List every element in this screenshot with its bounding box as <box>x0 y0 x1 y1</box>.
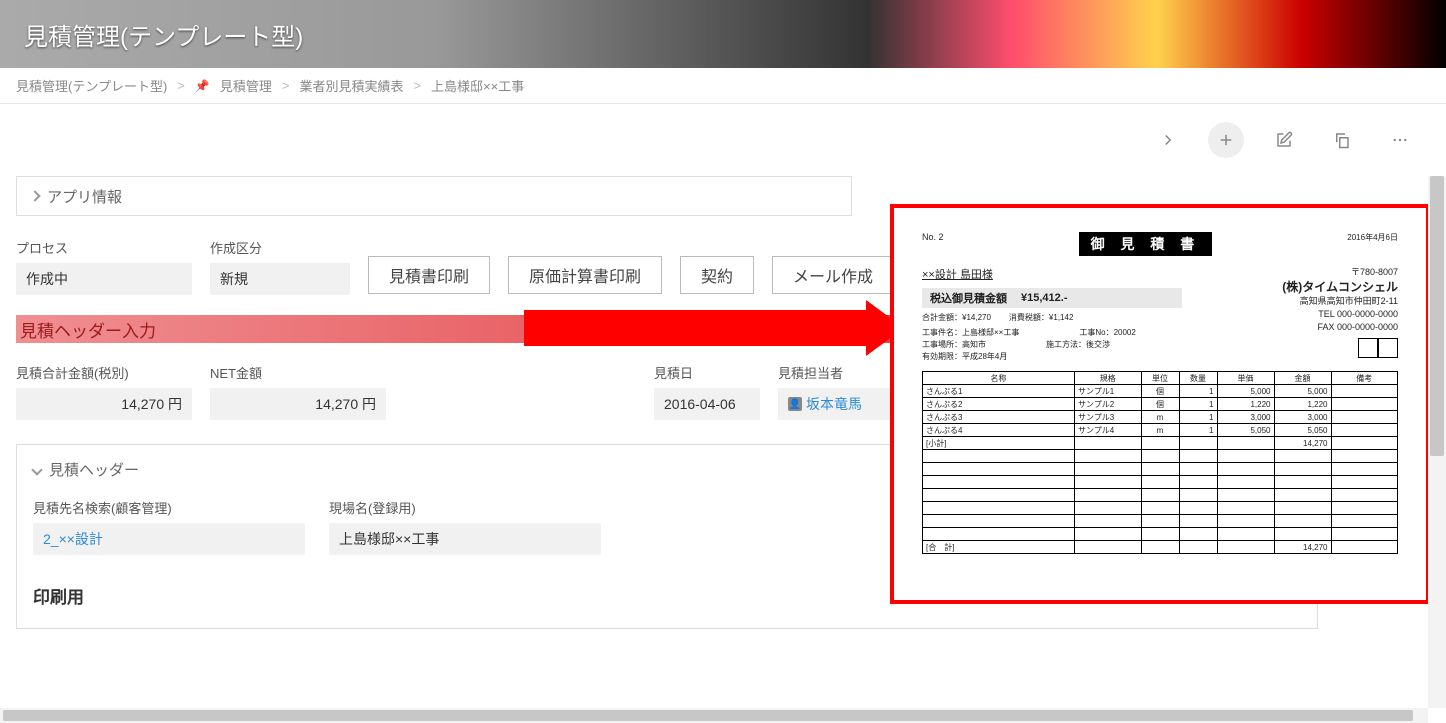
date-value: 2016-04-06 <box>654 388 760 420</box>
vertical-scrollbar[interactable] <box>1428 176 1446 708</box>
copy-button[interactable] <box>1324 122 1360 158</box>
breadcrumb-root[interactable]: 見積管理(テンプレート型) <box>16 76 167 95</box>
table-row: さんぷる1サンプル1個15,0005,000 <box>923 385 1398 398</box>
mail-button[interactable]: メール作成 <box>772 256 894 294</box>
quote-tax: 消費税額：¥1,142 <box>1009 312 1073 323</box>
quote-koji-basho: 工事場所：高知市 <box>922 339 986 351</box>
quote-koji-name: 工事件名：上島様邸××工事 <box>922 327 1019 339</box>
banner: 見積管理(テンプレート型) <box>0 0 1446 68</box>
th-price: 単価 <box>1217 372 1274 385</box>
breadcrumb-record[interactable]: 上島様邸××工事 <box>431 76 524 95</box>
table-row <box>923 515 1398 528</box>
quote-addr: 高知県高知市仲田町2-11 <box>1282 295 1398 308</box>
quote-preview: No. 2 御 見 積 書 2016年4月6日 ××設計 島田様 税込御見積金額… <box>890 204 1430 604</box>
quote-no: No. 2 <box>922 232 944 242</box>
person-value[interactable]: 👤 坂本竜馬 <box>778 388 890 420</box>
quote-company: (株)タイムコンシェル <box>1282 279 1398 296</box>
sum-value: 14,270 円 <box>16 388 192 420</box>
quote-postal: 〒780-8007 <box>1282 266 1398 279</box>
kubun-value: 新規 <box>210 263 350 295</box>
quote-client: ××設計 島田様 <box>922 266 1182 282</box>
table-row: さんぷる3サンプル3m13,0003,000 <box>923 411 1398 424</box>
chevron-right-icon <box>29 190 40 201</box>
table-row <box>923 489 1398 502</box>
th-spec: 規格 <box>1075 372 1142 385</box>
th-qty: 数量 <box>1179 372 1217 385</box>
section-header-input-label: 見積ヘッダー入力 <box>20 317 156 342</box>
net-value: 14,270 円 <box>210 388 386 420</box>
th-unit: 単位 <box>1141 372 1179 385</box>
page-title: 見積管理(テンプレート型) <box>24 17 303 52</box>
toolbar <box>0 104 1446 176</box>
horizontal-scrollbar[interactable] <box>0 708 1428 723</box>
quote-exec: 施工方法：後交渉 <box>1046 339 1110 351</box>
chevron-right-icon: > <box>413 78 421 93</box>
add-button[interactable] <box>1208 122 1244 158</box>
scroll-thumb[interactable] <box>1430 176 1444 456</box>
quote-table: 名称 規格 単位 数量 単価 金額 備考 さんぷる1サンプル1個15,0005,… <box>922 371 1398 554</box>
stamp-boxes <box>1358 338 1398 358</box>
quote-header-title: 見積ヘッダー <box>49 459 139 480</box>
app-info-toggle[interactable]: アプリ情報 <box>16 176 852 216</box>
quote-validity: 有効期限：平成28年4月 <box>922 351 1182 363</box>
quote-koji-no: 工事No：20002 <box>1079 327 1135 339</box>
search-value[interactable]: 2_××設計 <box>33 523 305 555</box>
breadcrumb: 見積管理(テンプレート型) > 📌 見積管理 > 業者別見積実績表 > 上島様邸… <box>0 68 1446 104</box>
breadcrumb-report[interactable]: 業者別見積実績表 <box>299 76 403 95</box>
th-name: 名称 <box>923 372 1075 385</box>
table-total-row: [合 計]14,270 <box>923 541 1398 554</box>
edit-button[interactable] <box>1266 122 1302 158</box>
search-label: 見積先名検索(顧客管理) <box>33 498 305 517</box>
kubun-label: 作成区分 <box>210 238 350 257</box>
sum-label: 見積合計金額(税別) <box>16 363 192 382</box>
breadcrumb-group[interactable]: 見積管理 <box>220 76 272 95</box>
process-label: プロセス <box>16 238 192 257</box>
quote-date: 2016年4月6日 <box>1347 232 1398 243</box>
pin-icon[interactable]: 📌 <box>195 79 210 93</box>
th-note: 備考 <box>1331 372 1398 385</box>
chevron-down-icon <box>31 464 42 475</box>
quote-total-value: ¥15,412.- <box>1021 292 1067 304</box>
user-icon: 👤 <box>788 397 802 411</box>
quote-fax: FAX 000-0000-0000 <box>1282 321 1398 334</box>
table-subtotal-row: [小計]14,270 <box>923 437 1398 450</box>
genba-value: 上島様邸××工事 <box>329 523 601 555</box>
back-icon[interactable] <box>1150 122 1186 158</box>
person-label: 見積担当者 <box>778 363 890 382</box>
chevron-right-icon: > <box>282 78 290 93</box>
arrow-annotation <box>524 303 904 353</box>
genba-label: 現場名(登録用) <box>329 498 601 517</box>
more-button[interactable] <box>1382 122 1418 158</box>
quote-total-label: 税込御見積金額 <box>930 290 1007 306</box>
table-row: さんぷる4サンプル4m15,0505,050 <box>923 424 1398 437</box>
print-cost-button[interactable]: 原価計算書印刷 <box>508 256 662 294</box>
quote-subtotal: 合計金額：¥14,270 <box>922 312 991 323</box>
table-row <box>923 502 1398 515</box>
chevron-right-icon: > <box>177 78 185 93</box>
person-name: 坂本竜馬 <box>806 394 862 414</box>
process-value: 作成中 <box>16 263 192 295</box>
app-info-label: アプリ情報 <box>47 186 122 207</box>
quote-title: 御 見 積 書 <box>1079 232 1213 256</box>
table-row <box>923 463 1398 476</box>
table-row <box>923 476 1398 489</box>
scroll-thumb[interactable] <box>3 710 1413 721</box>
table-row: さんぷる2サンプル2個11,2201,220 <box>923 398 1398 411</box>
date-label: 見積日 <box>654 363 760 382</box>
quote-tel: TEL 000-0000-0000 <box>1282 308 1398 321</box>
contract-button[interactable]: 契約 <box>680 256 754 294</box>
table-row <box>923 450 1398 463</box>
net-label: NET金額 <box>210 363 386 382</box>
th-amount: 金額 <box>1274 372 1331 385</box>
table-row <box>923 528 1398 541</box>
print-quote-button[interactable]: 見積書印刷 <box>368 256 490 294</box>
